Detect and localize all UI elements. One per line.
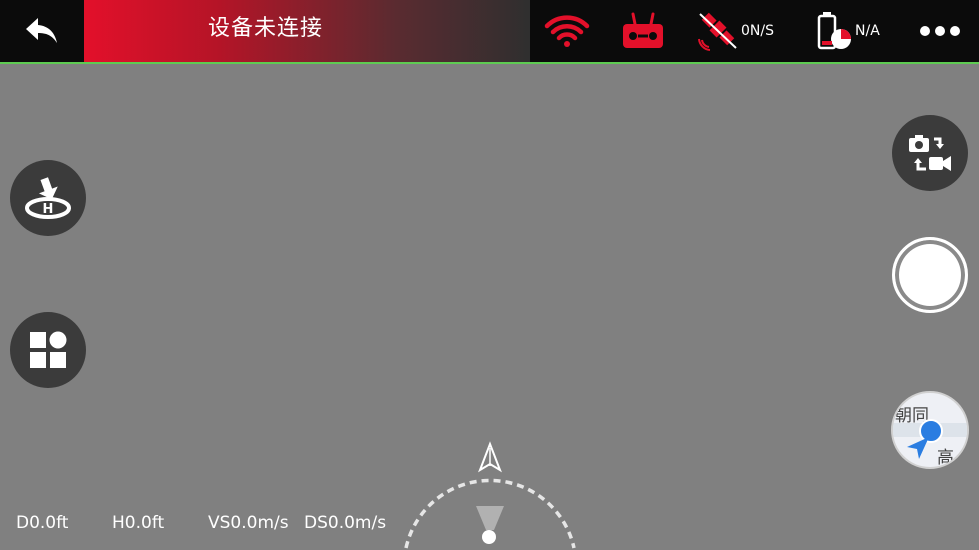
svg-text:H: H bbox=[43, 202, 54, 217]
return-home-button[interactable]: H bbox=[10, 160, 86, 236]
telemetry-vertical-speed: VS0.0m/s bbox=[208, 513, 289, 533]
compass-indicator bbox=[404, 441, 576, 549]
connection-status-panel: 设备未连接 bbox=[84, 0, 530, 62]
navigation-arrow-icon bbox=[907, 437, 929, 459]
telemetry-distance: D0.0ft bbox=[16, 513, 69, 533]
camera-video-switch-icon bbox=[909, 135, 951, 171]
battery-status-text: N/A bbox=[855, 23, 880, 39]
satellite-icon bbox=[698, 12, 737, 51]
modes-grid-icon bbox=[30, 331, 67, 368]
wifi-icon bbox=[544, 15, 590, 47]
more-button[interactable] bbox=[918, 0, 962, 62]
satellite-indicator[interactable]: 0N/S bbox=[697, 0, 774, 62]
top-bar: 设备未连接 0N/S N/A bbox=[0, 0, 979, 64]
connection-status-text: 设备未连接 bbox=[208, 16, 324, 41]
shutter-button[interactable] bbox=[892, 237, 968, 313]
telemetry-height: H0.0ft bbox=[112, 513, 165, 533]
wifi-indicator[interactable] bbox=[544, 0, 590, 62]
remote-controller-icon bbox=[623, 12, 663, 48]
satellite-count-text: 0N/S bbox=[741, 23, 774, 39]
back-arrow-icon bbox=[26, 18, 57, 43]
map-label-bottom: 高丽 bbox=[937, 448, 954, 468]
modes-grid-button[interactable] bbox=[10, 312, 86, 388]
back-button[interactable] bbox=[0, 0, 84, 62]
battery-icon bbox=[817, 12, 851, 50]
battery-indicator[interactable]: N/A bbox=[817, 0, 880, 62]
remote-controller-indicator[interactable] bbox=[621, 0, 665, 62]
telemetry-distance-speed: DS0.0m/s bbox=[304, 513, 387, 533]
camera-switch-button[interactable] bbox=[892, 115, 968, 191]
more-dots-icon bbox=[920, 26, 960, 36]
drone-heading-icon bbox=[476, 506, 504, 530]
mini-map[interactable]: 朝同 高丽 bbox=[891, 391, 969, 469]
return-home-icon: H bbox=[25, 177, 71, 219]
